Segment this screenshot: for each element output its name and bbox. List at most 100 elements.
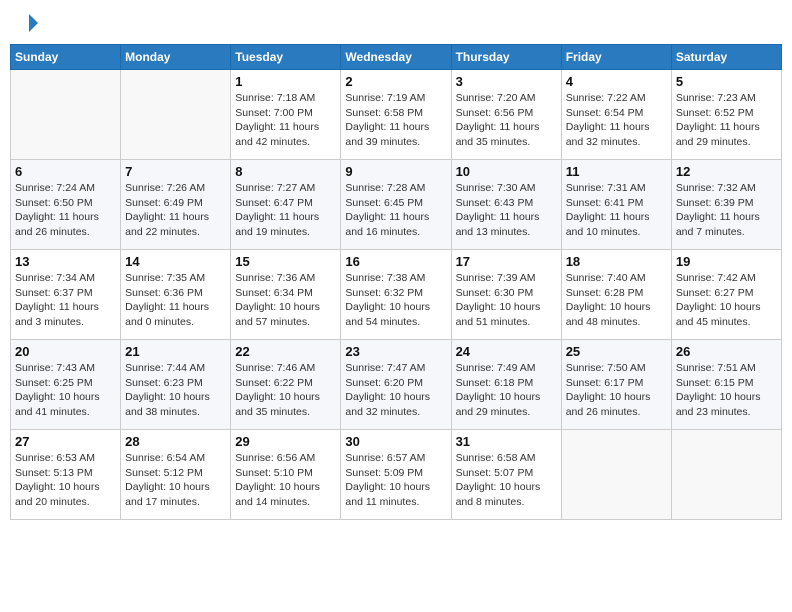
day-number: 17	[456, 254, 557, 269]
weekday-header: Saturday	[671, 45, 781, 70]
day-detail: Sunrise: 7:30 AMSunset: 6:43 PMDaylight:…	[456, 181, 557, 240]
day-detail: Sunrise: 6:58 AMSunset: 5:07 PMDaylight:…	[456, 451, 557, 510]
calendar-cell: 8 Sunrise: 7:27 AMSunset: 6:47 PMDaylight…	[231, 160, 341, 250]
day-detail: Sunrise: 7:32 AMSunset: 6:39 PMDaylight:…	[676, 181, 777, 240]
day-number: 16	[345, 254, 446, 269]
day-detail: Sunrise: 6:53 AMSunset: 5:13 PMDaylight:…	[15, 451, 116, 510]
day-number: 26	[676, 344, 777, 359]
page-header	[10, 10, 782, 36]
day-number: 5	[676, 74, 777, 89]
day-detail: Sunrise: 7:38 AMSunset: 6:32 PMDaylight:…	[345, 271, 446, 330]
calendar-cell: 12 Sunrise: 7:32 AMSunset: 6:39 PMDayligh…	[671, 160, 781, 250]
weekday-header: Friday	[561, 45, 671, 70]
day-number: 25	[566, 344, 667, 359]
calendar-cell: 25 Sunrise: 7:50 AMSunset: 6:17 PMDayligh…	[561, 340, 671, 430]
calendar-cell: 5 Sunrise: 7:23 AMSunset: 6:52 PMDaylight…	[671, 70, 781, 160]
calendar-cell	[11, 70, 121, 160]
day-number: 27	[15, 434, 116, 449]
calendar-cell: 28 Sunrise: 6:54 AMSunset: 5:12 PMDayligh…	[121, 430, 231, 520]
calendar-cell	[121, 70, 231, 160]
day-number: 9	[345, 164, 446, 179]
day-detail: Sunrise: 7:49 AMSunset: 6:18 PMDaylight:…	[456, 361, 557, 420]
calendar-cell: 27 Sunrise: 6:53 AMSunset: 5:13 PMDayligh…	[11, 430, 121, 520]
weekday-header: Tuesday	[231, 45, 341, 70]
day-number: 4	[566, 74, 667, 89]
weekday-header: Sunday	[11, 45, 121, 70]
day-detail: Sunrise: 6:57 AMSunset: 5:09 PMDaylight:…	[345, 451, 446, 510]
day-number: 15	[235, 254, 336, 269]
day-number: 13	[15, 254, 116, 269]
calendar-cell: 19 Sunrise: 7:42 AMSunset: 6:27 PMDayligh…	[671, 250, 781, 340]
day-detail: Sunrise: 7:20 AMSunset: 6:56 PMDaylight:…	[456, 91, 557, 150]
calendar-week-row: 1Sunrise: 7:18 AMSunset: 7:00 PMDaylight…	[11, 70, 782, 160]
day-number: 23	[345, 344, 446, 359]
day-number: 3	[456, 74, 557, 89]
day-detail: Sunrise: 7:31 AMSunset: 6:41 PMDaylight:…	[566, 181, 667, 240]
day-number: 7	[125, 164, 226, 179]
calendar-cell: 23 Sunrise: 7:47 AMSunset: 6:20 PMDayligh…	[341, 340, 451, 430]
calendar-cell	[671, 430, 781, 520]
day-detail: Sunrise: 7:18 AMSunset: 7:00 PMDaylight:…	[235, 91, 336, 150]
day-detail: Sunrise: 7:27 AMSunset: 6:47 PMDaylight:…	[235, 181, 336, 240]
logo-icon	[20, 14, 38, 32]
day-detail: Sunrise: 7:34 AMSunset: 6:37 PMDaylight:…	[15, 271, 116, 330]
day-detail: Sunrise: 7:22 AMSunset: 6:54 PMDaylight:…	[566, 91, 667, 150]
weekday-header: Wednesday	[341, 45, 451, 70]
calendar-cell: 9 Sunrise: 7:28 AMSunset: 6:45 PMDaylight…	[341, 160, 451, 250]
calendar-cell	[561, 430, 671, 520]
weekday-header: Monday	[121, 45, 231, 70]
calendar-week-row: 13 Sunrise: 7:34 AMSunset: 6:37 PMDayligh…	[11, 250, 782, 340]
calendar-header-row: SundayMondayTuesdayWednesdayThursdayFrid…	[11, 45, 782, 70]
day-number: 2	[345, 74, 446, 89]
calendar-cell: 26 Sunrise: 7:51 AMSunset: 6:15 PMDayligh…	[671, 340, 781, 430]
calendar-cell: 11Sunrise: 7:31 AMSunset: 6:41 PMDayligh…	[561, 160, 671, 250]
calendar-cell: 29 Sunrise: 6:56 AMSunset: 5:10 PMDayligh…	[231, 430, 341, 520]
calendar-cell: 14Sunrise: 7:35 AMSunset: 6:36 PMDayligh…	[121, 250, 231, 340]
day-number: 24	[456, 344, 557, 359]
day-detail: Sunrise: 7:19 AMSunset: 6:58 PMDaylight:…	[345, 91, 446, 150]
day-detail: Sunrise: 6:56 AMSunset: 5:10 PMDaylight:…	[235, 451, 336, 510]
calendar-table: SundayMondayTuesdayWednesdayThursdayFrid…	[10, 44, 782, 520]
day-detail: Sunrise: 7:42 AMSunset: 6:27 PMDaylight:…	[676, 271, 777, 330]
day-number: 22	[235, 344, 336, 359]
calendar-cell: 30 Sunrise: 6:57 AMSunset: 5:09 PMDayligh…	[341, 430, 451, 520]
day-detail: Sunrise: 7:39 AMSunset: 6:30 PMDaylight:…	[456, 271, 557, 330]
day-detail: Sunrise: 7:50 AMSunset: 6:17 PMDaylight:…	[566, 361, 667, 420]
day-detail: Sunrise: 7:44 AMSunset: 6:23 PMDaylight:…	[125, 361, 226, 420]
day-number: 8	[235, 164, 336, 179]
day-number: 28	[125, 434, 226, 449]
day-number: 19	[676, 254, 777, 269]
calendar-week-row: 20Sunrise: 7:43 AMSunset: 6:25 PMDayligh…	[11, 340, 782, 430]
calendar-cell: 2 Sunrise: 7:19 AMSunset: 6:58 PMDaylight…	[341, 70, 451, 160]
calendar-cell: 15 Sunrise: 7:36 AMSunset: 6:34 PMDayligh…	[231, 250, 341, 340]
calendar-week-row: 6Sunrise: 7:24 AMSunset: 6:50 PMDaylight…	[11, 160, 782, 250]
day-detail: Sunrise: 7:47 AMSunset: 6:20 PMDaylight:…	[345, 361, 446, 420]
calendar-cell: 31 Sunrise: 6:58 AMSunset: 5:07 PMDayligh…	[451, 430, 561, 520]
day-detail: Sunrise: 7:26 AMSunset: 6:49 PMDaylight:…	[125, 181, 226, 240]
day-detail: Sunrise: 6:54 AMSunset: 5:12 PMDaylight:…	[125, 451, 226, 510]
calendar-cell: 4 Sunrise: 7:22 AMSunset: 6:54 PMDaylight…	[561, 70, 671, 160]
day-detail: Sunrise: 7:51 AMSunset: 6:15 PMDaylight:…	[676, 361, 777, 420]
day-detail: Sunrise: 7:40 AMSunset: 6:28 PMDaylight:…	[566, 271, 667, 330]
day-detail: Sunrise: 7:36 AMSunset: 6:34 PMDaylight:…	[235, 271, 336, 330]
day-detail: Sunrise: 7:28 AMSunset: 6:45 PMDaylight:…	[345, 181, 446, 240]
day-number: 30	[345, 434, 446, 449]
calendar-cell: 13 Sunrise: 7:34 AMSunset: 6:37 PMDayligh…	[11, 250, 121, 340]
day-detail: Sunrise: 7:46 AMSunset: 6:22 PMDaylight:…	[235, 361, 336, 420]
calendar-cell: 6Sunrise: 7:24 AMSunset: 6:50 PMDaylight…	[11, 160, 121, 250]
day-number: 31	[456, 434, 557, 449]
day-detail: Sunrise: 7:35 AMSunset: 6:36 PMDaylight:…	[125, 271, 226, 330]
calendar-cell: 21 Sunrise: 7:44 AMSunset: 6:23 PMDayligh…	[121, 340, 231, 430]
calendar-cell: 22 Sunrise: 7:46 AMSunset: 6:22 PMDayligh…	[231, 340, 341, 430]
day-number: 10	[456, 164, 557, 179]
day-number: 21	[125, 344, 226, 359]
day-number: 29	[235, 434, 336, 449]
day-detail: Sunrise: 7:24 AMSunset: 6:50 PMDaylight:…	[15, 181, 116, 240]
calendar-cell: 10 Sunrise: 7:30 AMSunset: 6:43 PMDayligh…	[451, 160, 561, 250]
day-detail: Sunrise: 7:23 AMSunset: 6:52 PMDaylight:…	[676, 91, 777, 150]
day-number: 12	[676, 164, 777, 179]
day-detail: Sunrise: 7:43 AMSunset: 6:25 PMDaylight:…	[15, 361, 116, 420]
day-number: 18	[566, 254, 667, 269]
calendar-cell: 20Sunrise: 7:43 AMSunset: 6:25 PMDayligh…	[11, 340, 121, 430]
calendar-cell: 18 Sunrise: 7:40 AMSunset: 6:28 PMDayligh…	[561, 250, 671, 340]
